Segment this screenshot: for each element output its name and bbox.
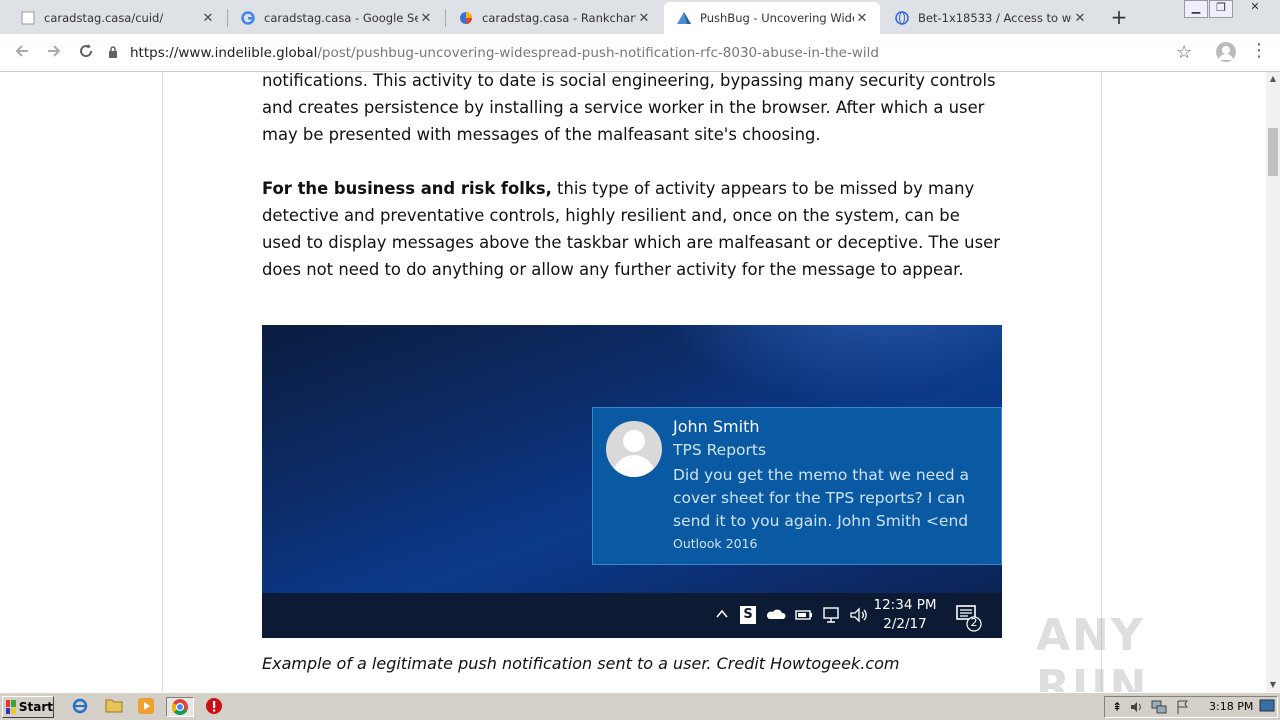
reload-icon <box>80 44 93 58</box>
opera-icon[interactable] <box>204 697 224 717</box>
article-paragraph-1: notifications. This activity to date is … <box>262 72 996 144</box>
push-notification-toast: John Smith TPS Reports Did you get the m… <box>592 407 1002 565</box>
tab-google-search[interactable]: caradstag.casa - Google Search ✕ <box>228 2 444 34</box>
system-tray: ⇞ 3:18 PM <box>1104 696 1278 718</box>
url-host: https://www.indelible.global <box>130 45 318 61</box>
battery-icon <box>794 606 814 626</box>
internet-explorer-icon[interactable] <box>70 697 90 717</box>
file-explorer-icon[interactable] <box>104 697 124 717</box>
article-paragraph-2: For the business and risk folks, this ty… <box>262 175 1002 283</box>
notification-count-badge: 2 <box>970 616 978 629</box>
anyrun-watermark: ANY RUN <box>1036 610 1149 692</box>
taskbar-clock-time: 3:18 PM <box>1209 700 1254 713</box>
network-icon <box>822 606 842 626</box>
skype-icon: S <box>740 606 756 624</box>
url-text: https://www.indelible.global/post/pushbu… <box>130 45 879 61</box>
start-label: Start <box>18 700 53 714</box>
toast-sender: John Smith <box>673 417 760 436</box>
google-icon <box>240 10 256 26</box>
minimize-button[interactable]: ▁ <box>1184 0 1208 18</box>
globe-icon <box>894 10 910 26</box>
tab-title: caradstag.casa/cuid/ <box>44 11 164 25</box>
tab-pushbug[interactable]: PushBug - Uncovering Widespread ✕ <box>664 2 880 34</box>
bookmark-star-icon[interactable]: ☆ <box>1176 42 1192 63</box>
scroll-up-arrow-icon[interactable]: ▲ <box>1266 72 1280 86</box>
chevron-up-icon <box>712 606 732 626</box>
close-window-button[interactable]: ✕ <box>1244 0 1266 18</box>
clock-date: 2/2/17 <box>883 616 927 632</box>
os-taskbar: Start ⇞ 3:18 PM <box>0 692 1280 720</box>
forward-arrow-icon <box>48 45 61 57</box>
browser-toolbar: https://www.indelible.global/post/pushbu… <box>0 34 1280 72</box>
toast-app-name: Outlook 2016 <box>673 536 758 551</box>
bold-lead-in: For the business and risk folks, <box>262 179 552 198</box>
tab-title: caradstag.casa - Google Search <box>264 11 418 25</box>
content-column-border-left <box>162 72 163 692</box>
url-path: /post/pushbug-uncovering-widespread-push… <box>317 45 879 61</box>
chrome-taskbar-icon[interactable] <box>166 697 194 717</box>
content-column-border-right <box>1101 72 1102 692</box>
figure-caption: Example of a legitimate push notificatio… <box>262 654 900 673</box>
rankchart-icon <box>458 10 474 26</box>
toast-subject: TPS Reports <box>673 441 767 459</box>
notification-example-image: John Smith TPS Reports Did you get the m… <box>262 325 1002 638</box>
tab-caradstag-cuid[interactable]: caradstag.casa/cuid/ ✕ <box>8 2 226 34</box>
new-tab-button[interactable]: + <box>1108 6 1130 28</box>
scroll-down-arrow-icon[interactable]: ▼ <box>1266 678 1280 692</box>
tab-bet-access[interactable]: Bet-1x18533 / Access to website ✕ <box>882 2 1098 34</box>
page-viewport: notifications. This activity to date is … <box>0 72 1266 692</box>
close-tab-icon[interactable]: ✕ <box>418 11 434 26</box>
close-tab-icon[interactable]: ✕ <box>200 11 216 26</box>
show-desktop-icon[interactable] <box>1259 699 1275 715</box>
close-tab-icon[interactable]: ✕ <box>636 11 652 26</box>
onedrive-cloud-icon <box>766 606 786 626</box>
windows10-taskbar: S 12:34 PM 2/2/17 2 <box>262 593 1002 638</box>
page-scrollbar[interactable]: ▲ ▼ <box>1266 72 1280 692</box>
blank-page-icon <box>20 10 36 26</box>
windows-flag-icon <box>6 700 16 714</box>
network-tray-icon[interactable] <box>1151 699 1167 715</box>
tab-rankchart[interactable]: caradstag.casa - Rankchart website ✕ <box>446 2 662 34</box>
volume-icon <box>849 606 869 626</box>
back-button[interactable] <box>10 42 34 64</box>
start-button[interactable]: Start <box>2 696 54 718</box>
scrollbar-thumb[interactable] <box>1268 128 1278 176</box>
reload-button[interactable] <box>74 42 98 64</box>
close-tab-icon[interactable]: ✕ <box>1072 11 1088 26</box>
toast-message: Did you get the memo that we need a cove… <box>673 466 970 530</box>
close-tab-icon[interactable]: ✕ <box>854 11 870 26</box>
action-center-icon: 2 <box>956 605 984 633</box>
forward-button[interactable] <box>42 42 66 64</box>
profile-avatar-icon[interactable] <box>1216 42 1236 62</box>
tab-title: caradstag.casa - Rankchart website <box>482 11 636 25</box>
media-player-icon[interactable] <box>136 697 156 717</box>
address-bar[interactable]: https://www.indelible.global/post/pushbu… <box>108 39 1208 67</box>
tray-expand-icon[interactable]: ⇞ <box>1109 699 1125 715</box>
contact-avatar-icon <box>606 421 662 477</box>
tab-title: PushBug - Uncovering Widespread <box>700 11 854 25</box>
taskbar-clock: 12:34 PM 2/2/17 <box>870 596 940 634</box>
volume-tray-icon[interactable] <box>1129 699 1145 715</box>
menu-kebab-icon[interactable]: ⋮ <box>1250 40 1268 61</box>
back-arrow-icon <box>15 45 28 57</box>
indelible-icon <box>676 10 692 26</box>
flag-tray-icon[interactable] <box>1175 699 1191 715</box>
restore-button[interactable]: ❐ <box>1209 0 1233 18</box>
browser-tab-strip: caradstag.casa/cuid/ ✕ caradstag.casa - … <box>0 0 1280 34</box>
clock-time: 12:34 PM <box>873 597 937 613</box>
lock-icon <box>108 45 130 61</box>
tab-title: Bet-1x18533 / Access to website <box>918 11 1072 25</box>
